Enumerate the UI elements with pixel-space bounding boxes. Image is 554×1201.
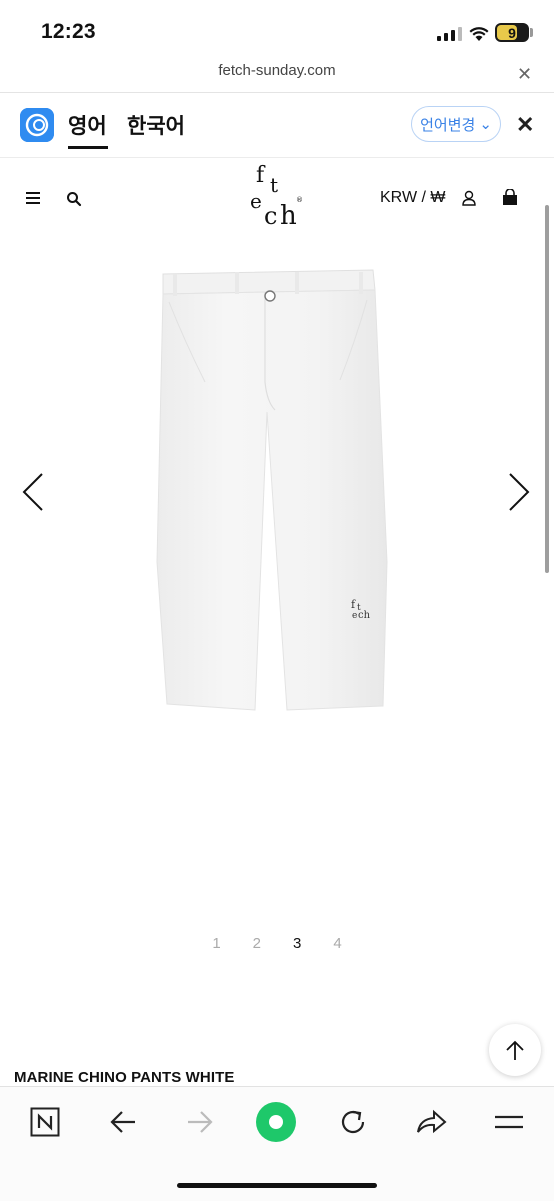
page-2[interactable]: 2 — [253, 935, 261, 952]
chevron-down-icon: ⌄ — [479, 116, 492, 133]
scrollbar[interactable] — [545, 205, 549, 573]
tab-korean[interactable]: 한국어 — [127, 110, 185, 140]
currency-selector[interactable]: KRW / ₩ — [380, 189, 445, 207]
green-dot-icon — [256, 1102, 296, 1142]
user-icon[interactable] — [462, 190, 476, 206]
svg-text:e: e — [250, 189, 262, 213]
tab-english[interactable]: 영어 — [68, 110, 107, 140]
cellular-signal-icon — [437, 27, 462, 41]
arrow-left-icon — [110, 1111, 135, 1133]
svg-text:e: e — [352, 611, 357, 621]
next-image-icon[interactable] — [506, 470, 532, 514]
page-1[interactable]: 1 — [212, 935, 220, 952]
fetch-logo[interactable]: f t e c h ® — [244, 162, 310, 230]
svg-text:c: c — [264, 202, 277, 230]
divider — [0, 157, 554, 158]
battery-level: 9 — [508, 24, 516, 41]
search-icon[interactable] — [66, 191, 82, 207]
shopping-bag-icon[interactable] — [502, 189, 518, 206]
scroll-top-button[interactable] — [489, 1024, 541, 1076]
svg-text:f: f — [256, 163, 266, 188]
change-language-button[interactable]: 언어변경 ⌄ — [411, 106, 501, 142]
more-menu-button[interactable] — [491, 1104, 527, 1140]
change-language-label: 언어변경 — [420, 116, 476, 134]
green-dot-button[interactable] — [255, 1101, 297, 1143]
page-4[interactable]: 4 — [333, 935, 341, 952]
translate-app-icon — [20, 108, 54, 142]
reload-icon — [341, 1110, 365, 1134]
translate-close-icon[interactable]: ✕ — [516, 112, 534, 138]
hamburger-menu-icon[interactable] — [26, 192, 40, 204]
home-indicator — [177, 1183, 377, 1188]
battery-icon: 9 — [495, 23, 529, 42]
active-tab-indicator — [68, 146, 108, 149]
product-image[interactable]: f t e ch — [155, 262, 401, 722]
previous-image-icon[interactable] — [20, 470, 46, 514]
close-icon[interactable]: ✕ — [517, 64, 532, 85]
share-button[interactable] — [413, 1104, 449, 1140]
svg-text:t: t — [270, 173, 278, 197]
arrow-right-icon — [188, 1111, 213, 1133]
arrow-up-icon — [506, 1040, 524, 1060]
battery-tip — [530, 28, 533, 37]
svg-text:®: ® — [296, 196, 303, 204]
url-text[interactable]: fetch-sunday.com — [0, 62, 554, 79]
divider — [0, 92, 554, 93]
naver-n-icon — [30, 1107, 60, 1137]
svg-text:h: h — [280, 201, 297, 230]
share-icon — [417, 1109, 447, 1134]
wifi-icon — [469, 27, 489, 41]
naver-button[interactable] — [27, 1104, 63, 1140]
forward-button[interactable] — [182, 1104, 218, 1140]
reload-button[interactable] — [335, 1104, 371, 1140]
back-button[interactable] — [105, 1104, 141, 1140]
status-time: 12:23 — [41, 20, 96, 43]
svg-text:ch: ch — [358, 610, 371, 621]
image-pagination: 1 2 3 4 — [0, 935, 554, 952]
hamburger-icon — [495, 1115, 523, 1129]
product-title: MARINE CHINO PANTS WHITE — [14, 1069, 235, 1086]
page-3[interactable]: 3 — [293, 935, 301, 952]
